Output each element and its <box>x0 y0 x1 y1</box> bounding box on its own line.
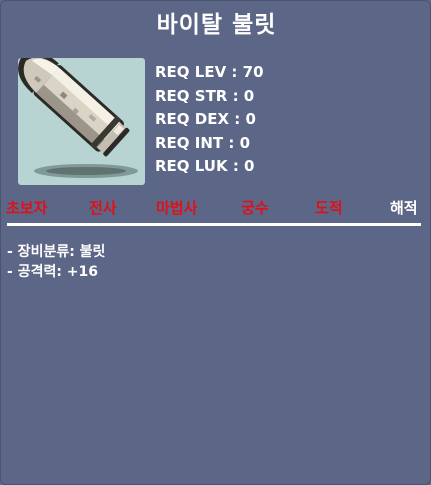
job-beginner: 초보자 <box>6 199 48 217</box>
job-magician: 마법사 <box>156 199 198 217</box>
req-int: REQ INT : 0 <box>155 133 251 152</box>
job-bowman: 궁수 <box>241 199 269 217</box>
job-warrior: 전사 <box>89 199 117 217</box>
equip-category-line: - 장비분류: 불릿 <box>7 244 106 260</box>
job-pirate: 해적 <box>390 199 418 217</box>
job-thief: 도적 <box>315 199 343 217</box>
requirements-list: REQ LEV : 70 REQ STR : 0 REQ DEX : 0 REQ… <box>155 61 264 179</box>
divider <box>7 223 421 226</box>
item-icon-frame <box>18 58 145 185</box>
bullet-icon <box>18 58 138 178</box>
item-description: - 장비분류: 불릿 - 공격력: +16 <box>7 242 105 282</box>
req-dex: REQ DEX : 0 <box>155 110 256 128</box>
req-luk: REQ LUK : 0 <box>155 157 255 175</box>
attack-stat-line: - 공격력: +16 <box>7 264 99 280</box>
job-list: 초보자 전사 마법사 궁수 도적 해적 <box>1 197 431 221</box>
item-name: 바이탈 불릿 <box>156 12 277 38</box>
req-str: REQ STR : 0 <box>155 86 255 105</box>
req-level: REQ LEV : 70 <box>155 63 264 81</box>
item-tooltip: 바이탈 불릿 REQ LEV: 70 REQ STR: 0 REQ DEX … <box>0 0 431 485</box>
